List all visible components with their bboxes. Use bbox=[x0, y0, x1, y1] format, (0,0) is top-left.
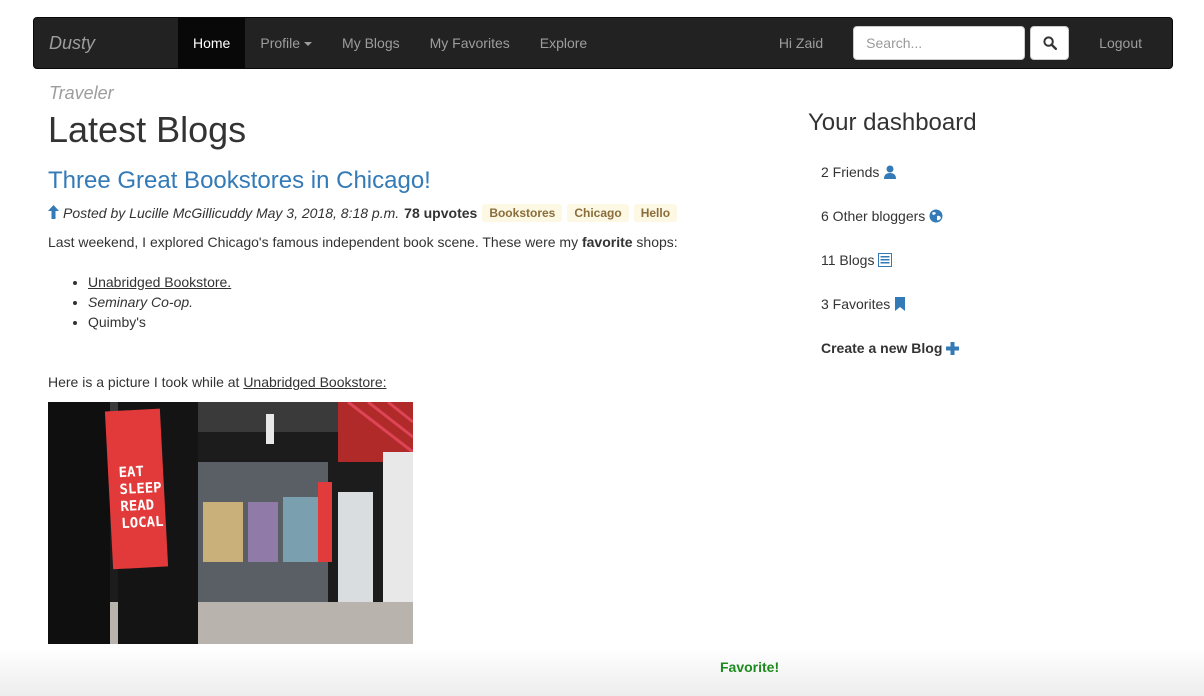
main-content: Latest Blogs Three Great Bookstores in C… bbox=[48, 108, 748, 644]
user-greeting[interactable]: Hi Zaid bbox=[764, 18, 838, 68]
tag-chicago[interactable]: Chicago bbox=[567, 204, 629, 222]
bookstore-photo: EAT SLEEP READ LOCAL bbox=[48, 402, 413, 644]
tag-hello[interactable]: Hello bbox=[633, 204, 678, 222]
favorite-button[interactable]: Favorite! bbox=[720, 659, 779, 675]
shop-seminary: Seminary Co-op. bbox=[88, 294, 194, 310]
upvote-arrow-icon[interactable] bbox=[48, 204, 59, 222]
post-byline: Posted by Lucille McGillicuddy May 3, 20… bbox=[63, 205, 400, 221]
nav-right: Hi Zaid Logout bbox=[764, 18, 1172, 68]
logout-link[interactable]: Logout bbox=[1069, 18, 1172, 68]
tag-bookstores[interactable]: Bookstores bbox=[482, 204, 563, 222]
list-item: Seminary Co-op. bbox=[88, 292, 748, 312]
others-label: 6 Other bloggers bbox=[821, 208, 926, 224]
caption-text: Here is a picture I took while at bbox=[48, 374, 244, 390]
nav-my-blogs[interactable]: My Blogs bbox=[327, 18, 415, 68]
caret-down-icon bbox=[304, 42, 313, 47]
sign-line: SLEEP bbox=[119, 479, 163, 499]
nav-home[interactable]: Home bbox=[178, 18, 246, 68]
friends-label: 2 Friends bbox=[821, 164, 880, 180]
nav-profile-dropdown[interactable]: Profile bbox=[245, 18, 327, 68]
dashboard-friends[interactable]: 2 Friends bbox=[821, 162, 1148, 182]
photo-sign-text: EAT SLEEP READ LOCAL bbox=[118, 463, 164, 533]
post-meta: Posted by Lucille McGillicuddy May 3, 20… bbox=[48, 204, 748, 222]
dashboard-other-bloggers[interactable]: 6 Other bloggers bbox=[821, 206, 1148, 226]
nav-my-favorites[interactable]: My Favorites bbox=[415, 18, 525, 68]
blog-title-link[interactable]: Three Great Bookstores in Chicago! bbox=[48, 166, 748, 196]
nav-explore[interactable]: Explore bbox=[525, 18, 602, 68]
intro-text: Last weekend, I explored Chicago's famou… bbox=[48, 234, 582, 250]
shop-quimbys: Quimby's bbox=[88, 314, 146, 330]
plus-icon bbox=[946, 341, 960, 355]
dashboard-title: Your dashboard bbox=[808, 109, 977, 136]
blogs-label: 11 Blogs bbox=[821, 252, 875, 268]
dashboard-sidebar: Your dashboard 2 Friends 6 Other blogger… bbox=[808, 108, 1148, 358]
search-input[interactable] bbox=[853, 26, 1026, 60]
upvote-count: 78 upvotes bbox=[404, 205, 478, 221]
list-item: Quimby's bbox=[88, 312, 748, 332]
nav-profile-label: Profile bbox=[260, 35, 301, 51]
create-label: Create a new Blog bbox=[821, 340, 943, 356]
favorites-label: 3 Favorites bbox=[821, 296, 891, 312]
search-icon bbox=[1043, 36, 1057, 50]
sign-line: LOCAL bbox=[120, 513, 164, 533]
caption-link[interactable]: Unabridged Bookstore: bbox=[243, 374, 386, 390]
dashboard-blogs[interactable]: 11 Blogs bbox=[821, 250, 1148, 270]
user-icon bbox=[883, 165, 897, 179]
search-button[interactable] bbox=[1030, 26, 1070, 60]
picture-caption: Here is a picture I took while at Unabri… bbox=[48, 372, 748, 392]
post-intro: Last weekend, I explored Chicago's famou… bbox=[48, 232, 748, 252]
dashboard-favorites[interactable]: 3 Favorites bbox=[821, 294, 1148, 314]
list-item: Unabridged Bookstore. bbox=[88, 272, 748, 292]
intro-bold: favorite bbox=[581, 234, 633, 250]
shop-link-unabridged[interactable]: Unabridged Bookstore. bbox=[88, 274, 231, 290]
page-title: Latest Blogs bbox=[48, 109, 247, 150]
create-blog-link[interactable]: Create a new Blog bbox=[821, 338, 1148, 358]
globe-icon bbox=[929, 209, 943, 223]
navbar: Dusty Traveler Home Profile My Blogs My … bbox=[33, 17, 1173, 103]
brand-logo[interactable]: Dusty Traveler bbox=[34, 18, 178, 103]
bottom-fade bbox=[0, 648, 1204, 696]
bookmark-icon bbox=[894, 297, 906, 311]
intro-text-end: shops: bbox=[632, 234, 678, 250]
shop-list: Unabridged Bookstore. Seminary Co-op. Qu… bbox=[88, 272, 748, 332]
list-icon bbox=[878, 253, 893, 267]
